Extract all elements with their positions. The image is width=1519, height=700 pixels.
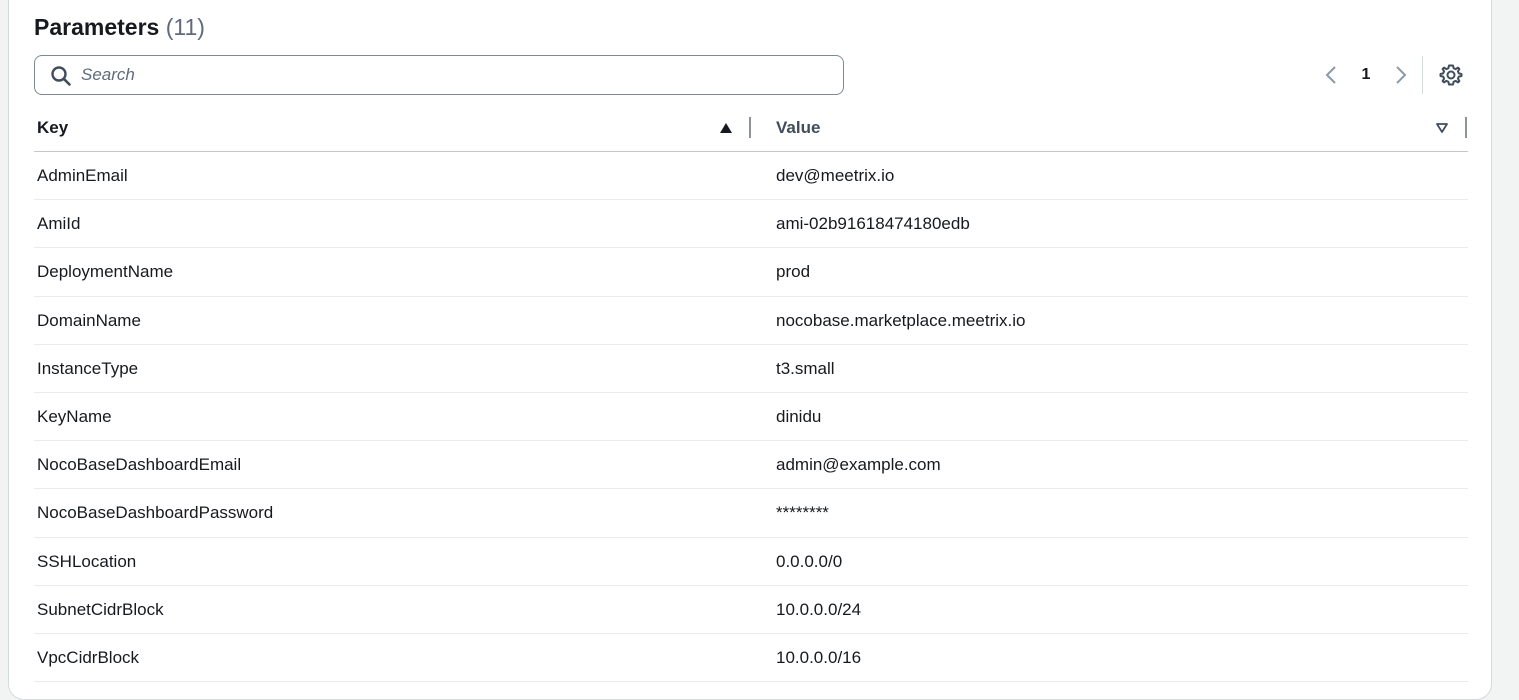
parameter-key: VpcCidrBlock — [37, 647, 140, 667]
sort-descending-outline-icon[interactable] — [1434, 121, 1450, 135]
table-row: InstanceType t3.small — [34, 345, 1468, 393]
parameter-key: NocoBaseDashboardEmail — [37, 455, 242, 475]
panel-header: Parameters (11) — [34, 14, 205, 41]
parameter-key: DomainName — [37, 310, 141, 330]
table-row: DomainName nocobase.marketplace.meetrix.i… — [34, 297, 1468, 345]
parameter-value: ******** — [776, 503, 829, 523]
gear-icon[interactable] — [1439, 63, 1463, 87]
table-row: DeploymentName prod — [34, 248, 1468, 297]
current-page-number[interactable]: 1 — [1356, 64, 1376, 86]
sort-ascending-icon[interactable] — [718, 121, 734, 135]
parameter-count: (11) — [165, 14, 205, 40]
column-header-value[interactable]: Value — [776, 104, 820, 151]
column-resizer[interactable] — [749, 117, 751, 138]
parameter-key: SSHLocation — [37, 551, 137, 571]
panel-title: Parameters — [34, 14, 160, 40]
parameter-value: admin@example.com — [776, 455, 941, 475]
parameter-key: DeploymentName — [37, 262, 174, 282]
table-row: AdminEmail dev@meetrix.io — [34, 152, 1468, 201]
table-row: NocoBaseDashboardEmail admin@example.com — [34, 441, 1468, 490]
table-row: SSHLocation 0.0.0.0/0 — [34, 538, 1468, 586]
search-input[interactable] — [81, 57, 821, 93]
parameter-value: t3.small — [776, 358, 835, 378]
parameter-key: AdminEmail — [37, 166, 128, 185]
chevron-left-icon[interactable] — [1321, 64, 1341, 86]
parameter-key: KeyName — [37, 406, 112, 426]
table-row: SubnetCidrBlock 10.0.0.0/24 — [34, 586, 1468, 634]
parameter-value: 10.0.0.0/16 — [776, 647, 862, 667]
parameter-key: InstanceType — [37, 358, 139, 378]
table-row: AmiId ami-02b91618474180edb — [34, 200, 1468, 249]
table-row: VpcCidrBlock 10.0.0.0/16 — [34, 634, 1468, 683]
chevron-right-icon[interactable] — [1391, 64, 1411, 86]
table-header: Key Value — [34, 104, 1468, 152]
parameter-key: SubnetCidrBlock — [37, 599, 164, 619]
search-icon — [51, 66, 71, 86]
parameter-value: dev@meetrix.io — [776, 166, 895, 185]
table-row: NocoBaseDashboardPassword ******** — [34, 489, 1468, 538]
table-row: KeyName dinidu — [34, 393, 1468, 442]
table-body: AdminEmail dev@meetrix.io AmiId ami-02b9161… — [34, 152, 1468, 683]
column-resizer[interactable] — [1465, 117, 1467, 138]
search-field[interactable] — [34, 55, 844, 95]
parameter-key: AmiId — [37, 214, 81, 234]
parameter-value: prod — [776, 262, 811, 282]
parameter-value: 0.0.0.0/0 — [776, 551, 843, 571]
column-header-key[interactable]: Key — [37, 104, 68, 151]
parameter-value: nocobase.marketplace.meetrix.io — [776, 310, 1026, 330]
pagination-divider — [1422, 56, 1423, 94]
parameter-value: ami-02b91618474180edb — [776, 214, 970, 234]
parameter-value: dinidu — [776, 406, 822, 426]
parameter-key: NocoBaseDashboardPassword — [37, 503, 274, 523]
parameter-value: 10.0.0.0/24 — [776, 599, 862, 619]
